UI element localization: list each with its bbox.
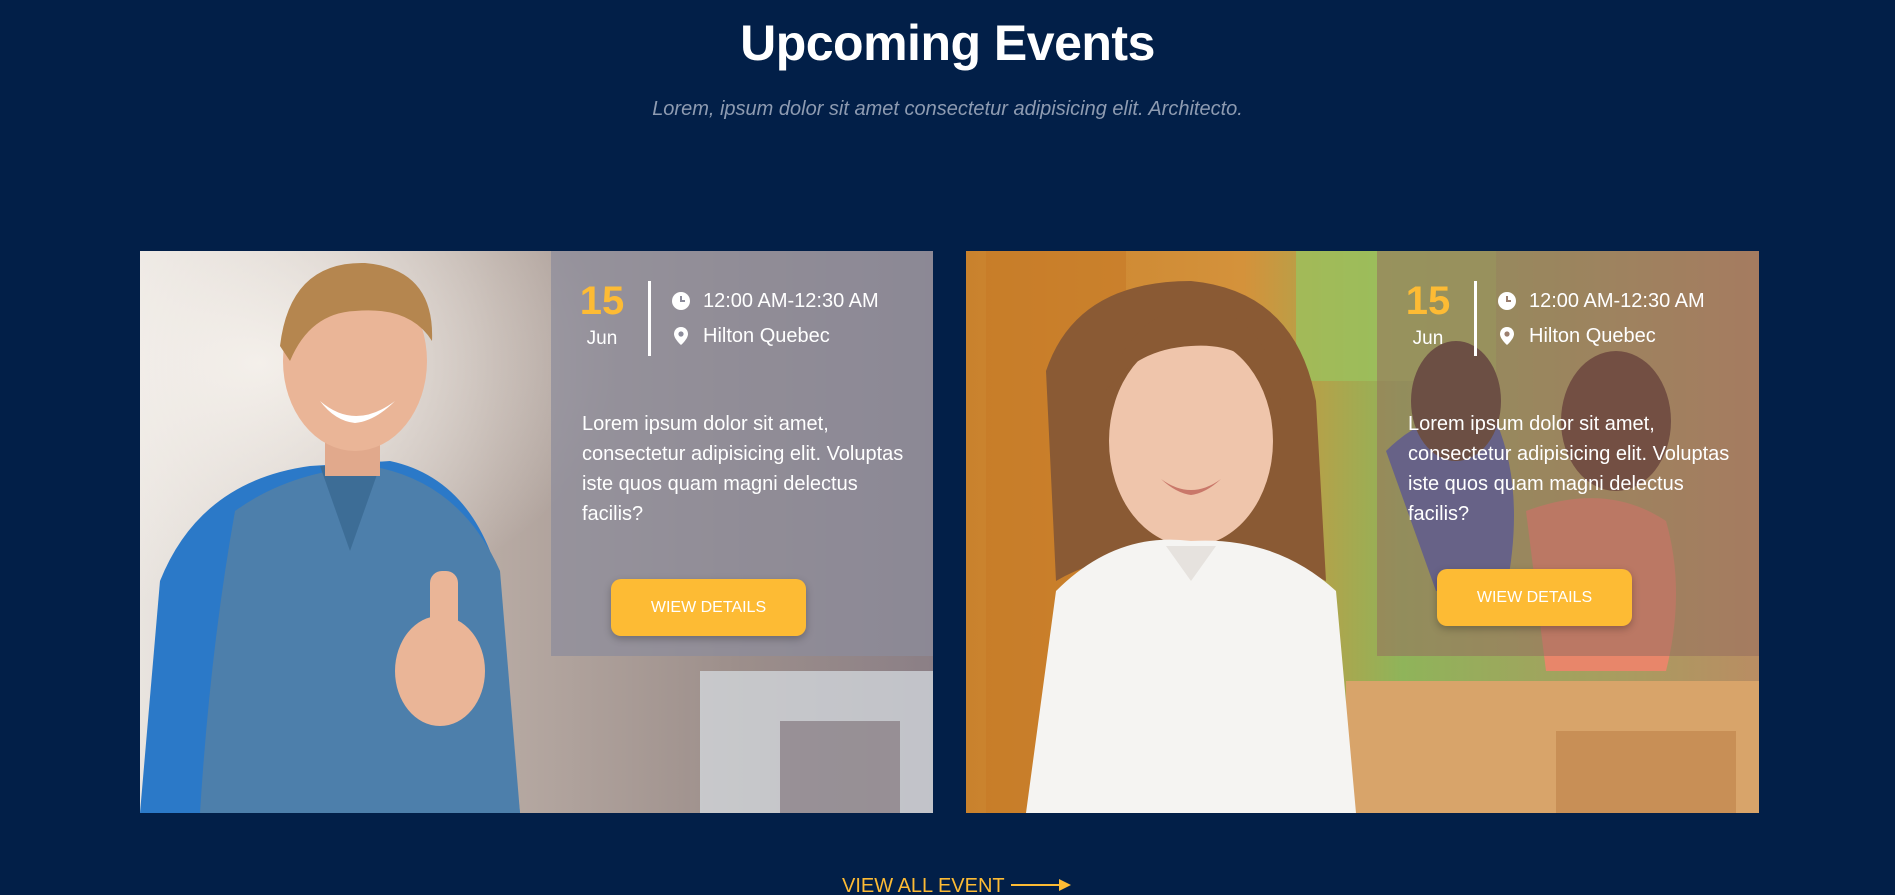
event-description: Lorem ipsum dolor sit amet, consectetur …	[1408, 413, 1730, 525]
event-location: Hilton Quebec	[1497, 323, 1656, 349]
event-date: 15 Jun	[1397, 281, 1459, 357]
date-divider	[1474, 281, 1477, 356]
event-time: 12:00 AM-12:30 AM	[671, 288, 879, 314]
event-date: 15 Jun	[571, 281, 633, 357]
event-day: 15	[579, 279, 625, 323]
view-details-button[interactable]: WIEW DETAILS	[611, 579, 806, 636]
view-details-button[interactable]: WIEW DETAILS	[1437, 569, 1632, 626]
event-info-panel: 15 Jun 12:00 AM-12:30 AM Hilton Quebec L…	[551, 251, 933, 656]
event-info-panel: 15 Jun 12:00 AM-12:30 AM Hilton Quebec L…	[1377, 251, 1759, 656]
section-subtitle: Lorem, ipsum dolor sit amet consectetur …	[652, 98, 1243, 120]
map-pin-icon	[671, 326, 691, 346]
event-month: Jun	[586, 328, 618, 349]
view-all-events-link[interactable]: VIEW ALL EVENT	[842, 875, 1071, 895]
event-card: 15 Jun 12:00 AM-12:30 AM Hilton Quebec L…	[966, 251, 1759, 813]
view-all-label: VIEW ALL EVENT	[842, 875, 1005, 895]
event-month: Jun	[1412, 328, 1444, 349]
event-location: Hilton Quebec	[671, 323, 830, 349]
event-location-text: Hilton Quebec	[703, 324, 830, 347]
section-title: Upcoming Events	[740, 15, 1155, 71]
event-time-text: 12:00 AM-12:30 AM	[703, 289, 879, 312]
events-section: Upcoming Events Lorem, ipsum dolor sit a…	[0, 0, 1895, 895]
map-pin-icon	[1497, 326, 1517, 346]
event-location-text: Hilton Quebec	[1529, 324, 1656, 347]
event-description: Lorem ipsum dolor sit amet, consectetur …	[582, 413, 904, 525]
event-day: 15	[1405, 279, 1451, 323]
event-time: 12:00 AM-12:30 AM	[1497, 288, 1705, 314]
event-time-text: 12:00 AM-12:30 AM	[1529, 289, 1705, 312]
event-card: 15 Jun 12:00 AM-12:30 AM Hilton Quebec L…	[140, 251, 933, 813]
clock-icon	[1497, 291, 1517, 311]
date-divider	[648, 281, 651, 356]
clock-icon	[671, 291, 691, 311]
arrow-right-icon	[1010, 875, 1071, 895]
